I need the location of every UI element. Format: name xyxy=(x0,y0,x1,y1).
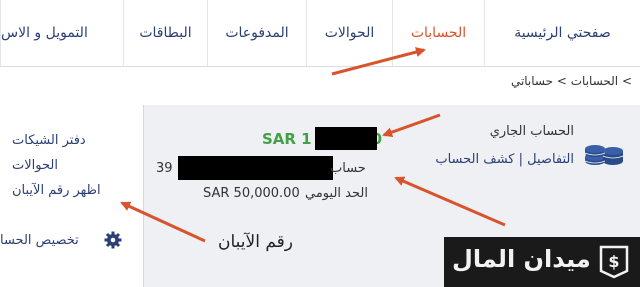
arrow-to-account-number xyxy=(394,176,506,227)
logo-text: ميدان المال xyxy=(452,245,591,273)
site-logo: ميدان المال $ xyxy=(444,237,640,287)
arrow-to-balance xyxy=(382,113,441,138)
dollar-badge-icon: $ xyxy=(598,245,630,279)
arrow-to-show-iban xyxy=(120,201,206,243)
svg-text:$: $ xyxy=(608,252,619,271)
arrow-to-accounts-tab xyxy=(331,47,426,76)
